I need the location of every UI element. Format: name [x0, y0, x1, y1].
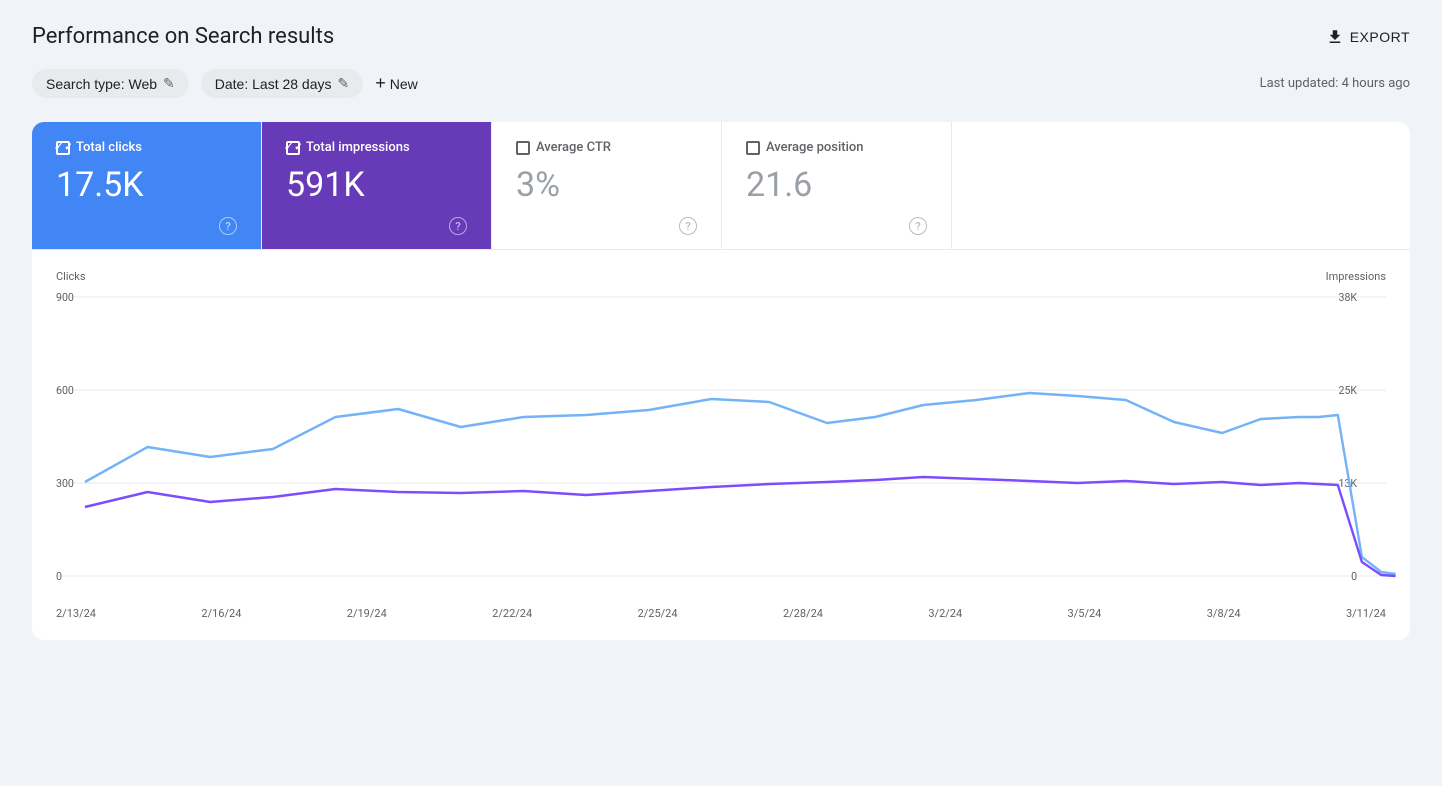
svg-text:600: 600 [56, 384, 74, 397]
metric-label-average-ctr: Average CTR [536, 140, 611, 155]
help-icon-average-position[interactable]: ? [909, 217, 927, 235]
svg-text:25K: 25K [1339, 384, 1358, 397]
main-card: ✓ Total clicks 17.5K ? ✓ Total impressio… [32, 122, 1410, 640]
help-icon-total-impressions[interactable]: ? [449, 217, 467, 235]
date-filter[interactable]: Date: Last 28 days ✎ [201, 69, 363, 98]
x-axis-label: 3/8/24 [1207, 607, 1241, 620]
impressions-axis-label: Impressions [1326, 270, 1386, 283]
plus-icon: + [375, 73, 386, 94]
metric-value-average-ctr: 3% [516, 165, 697, 205]
download-icon [1326, 28, 1344, 46]
edit-icon: ✎ [338, 75, 350, 92]
clicks-axis-label: Clicks [56, 270, 86, 283]
metric-header-average-position: Average position [746, 140, 927, 155]
export-button[interactable]: EXPORT [1326, 28, 1410, 46]
metric-label-average-position: Average position [766, 140, 864, 155]
metric-label-total-clicks: Total clicks [76, 140, 142, 155]
page-title: Performance on Search results [32, 24, 334, 49]
chart-area: 900 600 300 0 38K 25K 13K 0 2/13/242/16/… [56, 287, 1386, 620]
x-axis-label: 2/22/24 [492, 607, 532, 620]
edit-icon: ✎ [163, 75, 175, 92]
x-axis-label: 2/25/24 [638, 607, 678, 620]
metric-tile-average-position[interactable]: Average position 21.6 ? [722, 122, 952, 249]
new-filter-button[interactable]: + New [375, 73, 418, 94]
x-axis-label: 3/11/24 [1346, 607, 1386, 620]
metric-tile-total-clicks[interactable]: ✓ Total clicks 17.5K ? [32, 122, 262, 249]
svg-text:0: 0 [56, 570, 62, 583]
search-type-filter[interactable]: Search type: Web ✎ [32, 69, 189, 98]
purple-line [85, 477, 1396, 576]
last-updated-label: Last updated: 4 hours ago [1260, 76, 1410, 91]
x-axis-label: 2/16/24 [201, 607, 241, 620]
help-icon-average-ctr[interactable]: ? [679, 217, 697, 235]
x-axis-label: 2/28/24 [783, 607, 823, 620]
svg-text:0: 0 [1351, 570, 1357, 583]
chart-svg: 900 600 300 0 38K 25K 13K 0 [56, 287, 1386, 597]
x-axis-label: 2/19/24 [347, 607, 387, 620]
svg-text:300: 300 [56, 477, 74, 490]
metric-header-average-ctr: Average CTR [516, 140, 697, 155]
metric-tile-total-impressions[interactable]: ✓ Total impressions 591K ? [262, 122, 492, 249]
x-axis-labels: 2/13/24 2/16/24 2/19/24 2/22/24 2/25/24 2/28/… [56, 607, 1386, 620]
checkbox-average-position [746, 141, 760, 155]
checkbox-average-ctr [516, 141, 530, 155]
metric-header-total-clicks: ✓ Total clicks [56, 140, 237, 155]
svg-text:900: 900 [56, 291, 74, 304]
x-axis-label: 2/13/24 [56, 607, 96, 620]
metric-value-total-impressions: 591K [286, 165, 467, 205]
filter-row: Search type: Web ✎ Date: Last 28 days ✎ … [32, 69, 1410, 98]
metrics-row: ✓ Total clicks 17.5K ? ✓ Total impressio… [32, 122, 1410, 250]
chart-container: Clicks Impressions 900 600 300 0 38K [32, 250, 1410, 640]
checkbox-total-impressions: ✓ [286, 141, 300, 155]
metric-tile-average-ctr[interactable]: Average CTR 3% ? [492, 122, 722, 249]
svg-text:38K: 38K [1339, 291, 1358, 304]
x-axis-label: 3/2/24 [928, 607, 962, 620]
x-axis-label: 3/5/24 [1068, 607, 1102, 620]
help-icon-total-clicks[interactable]: ? [219, 217, 237, 235]
metric-value-total-clicks: 17.5K [56, 165, 237, 205]
metric-value-average-position: 21.6 [746, 165, 927, 205]
metric-label-total-impressions: Total impressions [306, 140, 410, 155]
checkbox-total-clicks: ✓ [56, 141, 70, 155]
metric-header-total-impressions: ✓ Total impressions [286, 140, 467, 155]
